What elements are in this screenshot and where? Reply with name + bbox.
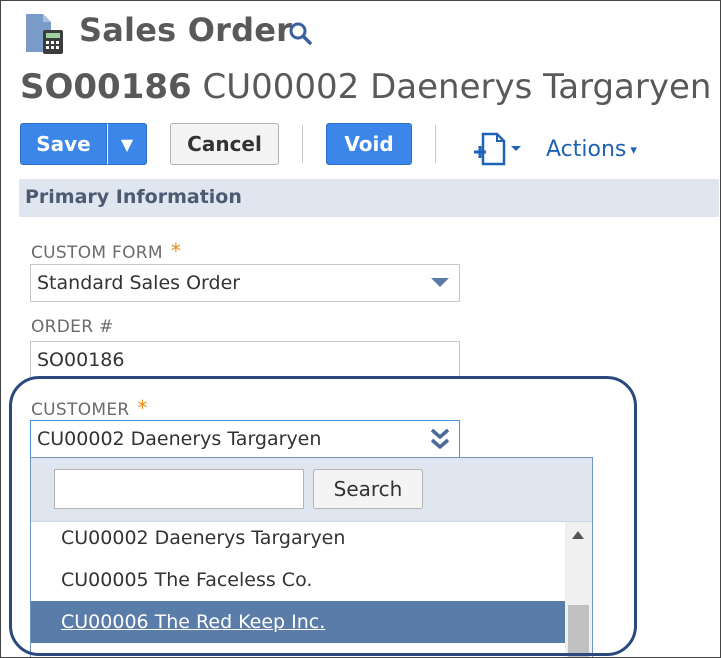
chevron-down-icon: ▾ xyxy=(630,143,637,158)
order-number-label: ORDER # xyxy=(31,317,114,337)
section-title: Primary Information xyxy=(25,186,242,208)
record-number: SO00186 xyxy=(20,67,192,107)
customer-option-selected[interactable]: CU00006 The Red Keep Inc. xyxy=(31,601,565,643)
required-marker: * xyxy=(137,396,148,420)
customer-option[interactable]: CU00002 Daenerys Targaryen xyxy=(31,517,565,559)
custom-form-select[interactable]: Standard Sales Order xyxy=(30,264,460,302)
double-chevron-down-icon[interactable] xyxy=(428,425,452,453)
dropdown-arrow-icon[interactable] xyxy=(431,278,449,287)
search-icon[interactable] xyxy=(288,21,314,47)
customer-select[interactable]: CU00002 Daenerys Targaryen xyxy=(30,420,460,458)
actions-menu[interactable]: Actions ▾ xyxy=(546,137,637,162)
search-button[interactable]: Search xyxy=(313,469,423,509)
page-title: Sales Order xyxy=(79,11,293,49)
save-menu-button[interactable]: ▼ xyxy=(107,123,147,165)
void-button[interactable]: Void xyxy=(326,123,412,165)
actions-label: Actions xyxy=(546,137,627,162)
order-number-field[interactable]: SO00186 xyxy=(30,341,460,379)
custom-form-label: CUSTOM FORM * xyxy=(31,239,181,263)
sales-order-icon xyxy=(26,14,63,54)
new-record-menu-icon[interactable] xyxy=(471,132,523,166)
cancel-button[interactable]: Cancel xyxy=(170,123,279,165)
scroll-up-arrow-icon[interactable] xyxy=(572,531,584,539)
record-title: SO00186 CU00002 Daenerys Targaryen xyxy=(20,67,711,107)
app-window: Sales Order SO00186 CU00002 Daenerys Tar… xyxy=(0,0,721,658)
save-button[interactable]: Save xyxy=(20,123,107,165)
toolbar-divider xyxy=(435,125,436,163)
custom-form-label-text: CUSTOM FORM xyxy=(31,243,163,263)
customer-label: CUSTOMER * xyxy=(31,396,148,420)
record-customer: CU00002 Daenerys Targaryen xyxy=(202,67,712,107)
customer-search-input[interactable] xyxy=(54,469,304,509)
toolbar-divider xyxy=(302,125,303,163)
customer-label-text: CUSTOMER xyxy=(31,400,130,420)
scrollbar-thumb[interactable] xyxy=(568,605,589,657)
required-marker: * xyxy=(170,239,182,263)
customer-option[interactable]: CU00005 The Faceless Co. xyxy=(31,559,565,601)
